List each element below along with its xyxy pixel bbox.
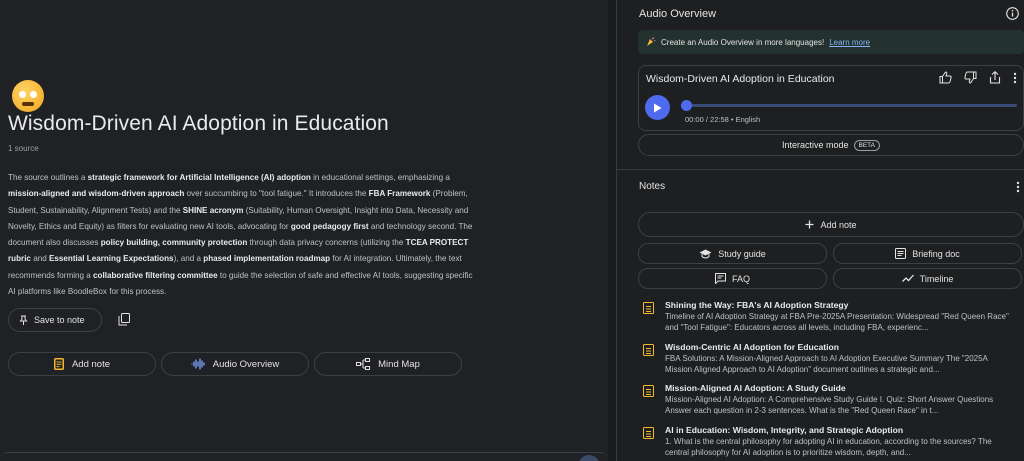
note-icon — [643, 385, 654, 397]
note-snippet: 1. What is the central philosophy for ad… — [665, 437, 992, 457]
note-snippet: FBA Solutions: A Mission-Aligned Approac… — [665, 354, 988, 374]
page-title: Wisdom-Driven AI Adoption in Education — [8, 112, 389, 135]
summary-text: and — [30, 254, 49, 264]
note-icon — [643, 427, 654, 439]
summary-bold-text: good pedagogy first — [290, 221, 369, 231]
summary-text: through data privacy concerns (utilizing… — [247, 238, 406, 248]
faq-label: FAQ — [731, 273, 750, 284]
pin-icon — [19, 315, 28, 325]
note-title: Shining the Way: FBA's AI Adoption Strat… — [665, 300, 849, 310]
copy-icon — [118, 312, 130, 325]
add-note-button[interactable]: Add note — [638, 212, 1024, 237]
notebook-guide-panel: Wisdom-Driven AI Adoption in Education 1… — [0, 0, 608, 461]
info-icon[interactable] — [1006, 7, 1019, 25]
interactive-mode-button[interactable]: Interactive mode BETA — [638, 134, 1024, 156]
save-to-note-label: Save to note — [34, 315, 85, 325]
notes-more-vert-icon[interactable] — [1016, 180, 1020, 198]
mind-map-label: Mind Map — [378, 358, 420, 370]
note-icon — [643, 344, 654, 356]
add-note-label: Add note — [820, 219, 857, 230]
copy-button[interactable] — [116, 311, 132, 327]
thumbs-down-icon[interactable] — [964, 71, 977, 84]
briefing-doc-chip[interactable]: Briefing doc — [833, 243, 1022, 264]
studio-panel: Audio Overview Create an Audio Overview … — [617, 0, 1024, 461]
plus-icon — [805, 220, 814, 229]
audio-time-label: 00:00 / 22:58 • English — [685, 115, 761, 124]
languages-banner: Create an Audio Overview in more languag… — [638, 30, 1024, 54]
banner-text: Create an Audio Overview in more languag… — [661, 37, 825, 47]
notes-header: Notes — [639, 181, 666, 192]
section-divider — [617, 169, 1024, 170]
audio-overview-header: Audio Overview — [639, 8, 717, 20]
note-title: Mission-Aligned AI Adoption: A Study Gui… — [665, 383, 846, 393]
audio-overview-button[interactable]: Audio Overview — [161, 352, 309, 376]
audio-overview-label: Audio Overview — [212, 358, 280, 370]
summary-bold-text: mission-aligned and wisdom-driven approa… — [8, 189, 185, 199]
summary-bold-text: SHINE acronym — [182, 205, 244, 215]
note-add-icon — [53, 358, 64, 370]
faq-chip[interactable]: FAQ — [638, 268, 827, 289]
summary-bold-text: policy building, community protection — [100, 238, 248, 248]
summary-text: in educational settings, emphasizing a — [310, 173, 450, 182]
timeline-label: Timeline — [919, 273, 954, 284]
timeline-chip[interactable]: Timeline — [833, 268, 1022, 289]
summary-bold-text: phased implementation roadmap — [203, 254, 331, 264]
audio-progress-knob[interactable] — [681, 100, 692, 111]
beta-badge: BETA — [853, 139, 881, 151]
note-icon — [643, 302, 654, 314]
share-icon[interactable] — [989, 71, 1001, 84]
audio-title: Wisdom-Driven AI Adoption in Education — [646, 73, 835, 85]
summary-text: over succumbing to "tool fatigue." It in… — [184, 189, 369, 199]
add-note-action-button[interactable]: Add note — [8, 352, 156, 376]
party-popper-icon — [647, 37, 656, 46]
note-item[interactable]: AI in Education: Wisdom, Integrity, and … — [643, 425, 1018, 459]
note-item[interactable]: Shining the Way: FBA's AI Adoption Strat… — [643, 300, 1018, 334]
note-snippet: Mission-Aligned AI Adoption: A Comprehen… — [665, 395, 994, 415]
audio-waveform-icon — [191, 358, 205, 370]
chat-input-box[interactable] — [0, 452, 608, 461]
graduation-cap-icon — [699, 249, 712, 259]
interactive-mode-label: Interactive mode — [781, 140, 849, 150]
note-title: AI in Education: Wisdom, Integrity, and … — [665, 425, 904, 435]
summary-bold-text: collaborative filtering committee — [93, 270, 218, 280]
notebook-summary: The source outlines a strategic framewor… — [8, 170, 473, 300]
add-note-action-label: Add note — [71, 358, 111, 370]
note-item[interactable]: Wisdom-Centric AI Adoption for Education… — [643, 342, 1018, 376]
timeline-icon — [901, 274, 914, 282]
learn-more-link[interactable]: Learn more — [829, 38, 870, 47]
chat-bubble-icon — [714, 273, 726, 284]
summary-text: The source outlines a — [8, 173, 88, 182]
study-guide-chip[interactable]: Study guide — [638, 243, 827, 264]
mind-map-icon — [356, 358, 371, 370]
notebook-emoji-icon — [12, 80, 44, 112]
study-guide-label: Study guide — [718, 248, 766, 259]
summary-text: ), and a — [173, 254, 204, 264]
summary-bold-text: Essential Learning Expectations — [48, 254, 174, 264]
more-vert-icon[interactable] — [1013, 72, 1017, 84]
briefing-doc-label: Briefing doc — [912, 248, 960, 259]
note-item[interactable]: Mission-Aligned AI Adoption: A Study Gui… — [643, 383, 1018, 417]
save-to-note-button[interactable]: Save to note — [8, 308, 102, 332]
summary-bold-text: strategic framework for Artificial Intel… — [87, 173, 311, 182]
note-title: Wisdom-Centric AI Adoption for Education — [665, 342, 840, 352]
thumbs-up-icon[interactable] — [939, 71, 952, 84]
play-button[interactable] — [645, 95, 670, 120]
audio-progress-track[interactable] — [685, 104, 1017, 107]
mind-map-button[interactable]: Mind Map — [314, 352, 462, 376]
document-icon — [895, 248, 907, 259]
play-icon — [654, 103, 662, 112]
summary-bold-text: FBA Framework — [368, 189, 431, 199]
source-count: 1 source — [8, 144, 39, 153]
audio-overview-card: Wisdom-Driven AI Adoption in Education 0… — [638, 65, 1024, 131]
note-snippet: Timeline of AI Adoption Strategy at FBA … — [665, 312, 1009, 332]
